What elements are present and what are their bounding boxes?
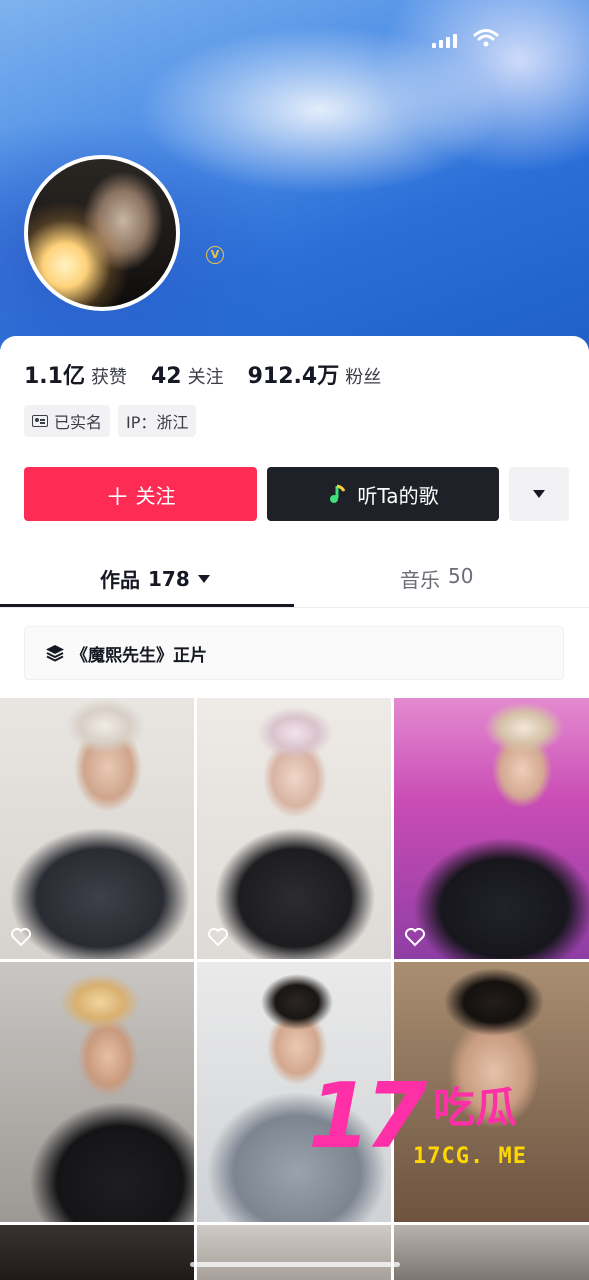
action-buttons: ＋ 关注 听Ta的歌 xyxy=(24,467,569,521)
profile-stats: 1.1亿 获赞 42 关注 912.4万 粉丝 xyxy=(24,358,405,390)
id-card-icon xyxy=(32,415,48,427)
video-thumbnail[interactable] xyxy=(394,698,589,959)
caret-down-icon xyxy=(197,574,210,583)
follow-button[interactable]: ＋ 关注 xyxy=(24,467,257,521)
tab-works[interactable]: 作品 178 xyxy=(100,564,210,593)
ip-location-tag: IP：浙江 xyxy=(118,405,197,437)
video-thumbnail[interactable] xyxy=(197,1225,391,1280)
content-tabs: 作品 178 音乐 50 xyxy=(0,548,589,608)
video-thumbnail[interactable] xyxy=(0,698,194,959)
tab-works-count: 178 xyxy=(148,566,190,591)
layers-icon xyxy=(46,645,64,662)
likes-count: 1.1亿 xyxy=(24,364,85,389)
listen-songs-label: 听Ta的歌 xyxy=(357,483,439,508)
video-thumbnail[interactable] xyxy=(0,1225,194,1280)
following-label[interactable]: 关注 xyxy=(188,363,224,389)
status-bar xyxy=(432,28,499,48)
followers-count[interactable]: 912.4万 xyxy=(248,358,340,390)
follow-button-label: 关注 xyxy=(135,483,176,508)
collection-banner[interactable]: 《魔熙先生》正片 xyxy=(24,626,564,680)
active-tab-indicator xyxy=(0,604,294,607)
wifi-icon xyxy=(473,29,499,47)
home-indicator[interactable] xyxy=(190,1262,400,1267)
heart-icon xyxy=(405,928,425,947)
tab-music-label: 音乐 xyxy=(400,568,440,592)
caret-down-icon xyxy=(533,490,545,498)
ip-location-label: IP：浙江 xyxy=(126,413,189,432)
likes-label: 获赞 xyxy=(90,367,127,388)
heart-icon xyxy=(11,928,31,947)
heart-icon xyxy=(208,928,228,947)
more-options-button[interactable] xyxy=(509,467,569,521)
video-thumbnail[interactable] xyxy=(0,962,194,1222)
signal-icon xyxy=(432,34,457,48)
tab-works-label: 作品 xyxy=(100,568,140,592)
verified-icon: V xyxy=(206,246,224,264)
watermark-text: 吃瓜 xyxy=(433,1083,518,1132)
video-thumbnail[interactable] xyxy=(394,1225,589,1280)
followers-label[interactable]: 粉丝 xyxy=(345,363,381,389)
verified-tag: 已实名 xyxy=(24,405,111,437)
tab-music-count: 50 xyxy=(448,564,474,588)
collection-label: 《魔熙先生》正片 xyxy=(71,645,207,666)
watermark-url: 17CG. ME xyxy=(413,1144,527,1169)
profile-tags: 已实名 IP：浙江 xyxy=(24,405,197,437)
tab-music[interactable]: 音乐 50 xyxy=(400,564,473,593)
video-thumbnail[interactable] xyxy=(197,698,391,959)
listen-songs-button[interactable]: 听Ta的歌 xyxy=(267,467,499,521)
following-count[interactable]: 42 xyxy=(151,364,182,389)
music-note-icon xyxy=(330,484,346,503)
watermark-number: 17 xyxy=(308,1064,427,1169)
watermark-logo: 17 吃瓜 17CG. ME xyxy=(308,1072,578,1182)
avatar[interactable] xyxy=(24,155,180,311)
plus-icon: ＋ xyxy=(105,482,130,511)
verified-tag-label: 已实名 xyxy=(54,413,103,432)
